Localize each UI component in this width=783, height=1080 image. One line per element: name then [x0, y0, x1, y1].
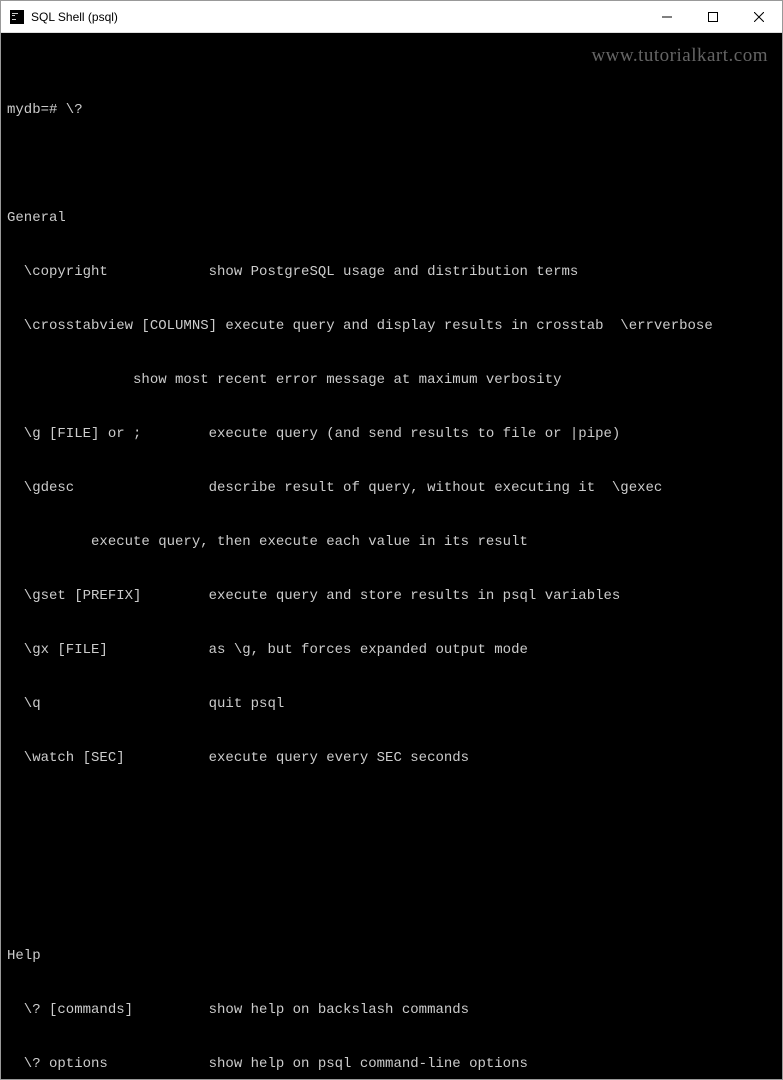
prompt-line: mydb=# \?: [7, 101, 776, 119]
window-title: SQL Shell (psql): [31, 10, 644, 24]
window: SQL Shell (psql) www.tutorialkart.com my…: [0, 0, 783, 1080]
cmd-row: \crosstabview [COLUMNS] execute query an…: [7, 317, 776, 335]
cmd-row: \gdesc describe result of query, without…: [7, 479, 776, 497]
cmd-row: \gset [PREFIX] execute query and store r…: [7, 587, 776, 605]
minimize-button[interactable]: [644, 1, 690, 32]
cmd-row: \watch [SEC] execute query every SEC sec…: [7, 749, 776, 767]
app-icon: [9, 9, 25, 25]
maximize-button[interactable]: [690, 1, 736, 32]
terminal-output[interactable]: www.tutorialkart.com mydb=# \? General \…: [1, 33, 782, 1079]
section-header: Help: [7, 947, 776, 965]
close-button[interactable]: [736, 1, 782, 32]
blank-line: [7, 839, 776, 857]
section-header: General: [7, 209, 776, 227]
cmd-row: \g [FILE] or ; execute query (and send r…: [7, 425, 776, 443]
window-controls: [644, 1, 782, 32]
cmd-row: \? [commands] show help on backslash com…: [7, 1001, 776, 1019]
cmd-row: show most recent error message at maximu…: [7, 371, 776, 389]
cmd-row: \gx [FILE] as \g, but forces expanded ou…: [7, 641, 776, 659]
cmd-row: \q quit psql: [7, 695, 776, 713]
section-help: Help \? [commands] show help on backslas…: [7, 911, 776, 1079]
section-general: General \copyright show PostgreSQL usage…: [7, 173, 776, 803]
cmd-row: \copyright show PostgreSQL usage and dis…: [7, 263, 776, 281]
cmd-row: \? options show help on psql command-lin…: [7, 1055, 776, 1073]
cmd-row: execute query, then execute each value i…: [7, 533, 776, 551]
watermark: www.tutorialkart.com: [591, 47, 768, 65]
titlebar: SQL Shell (psql): [1, 1, 782, 33]
